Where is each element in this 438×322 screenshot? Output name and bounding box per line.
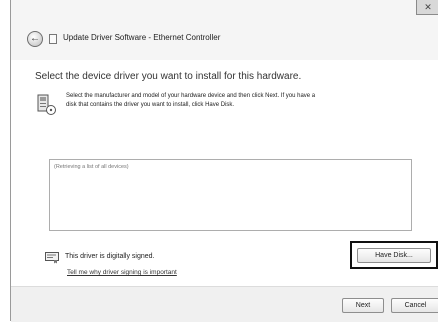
back-arrow-icon[interactable]: ← (27, 31, 43, 47)
close-button[interactable]: ✕ (416, 0, 438, 15)
have-disk-highlight: Have Disk... (350, 241, 438, 269)
instructions-line-2: disk that contains the driver you want t… (66, 102, 235, 108)
device-list-placeholder: (Retrieving a list of all devices) (54, 164, 129, 170)
title-bar: ✕ ← Update Driver Software - Ethernet Co… (11, 0, 438, 60)
cancel-button[interactable]: Cancel (391, 298, 438, 313)
signed-certificate-icon (45, 252, 59, 264)
device-list[interactable]: (Retrieving a list of all devices) (49, 159, 412, 231)
instructions-text: Select the manufacturer and model of you… (66, 92, 406, 110)
driver-signing-link[interactable]: Tell me why driver signing is important (67, 269, 177, 276)
hardware-disk-icon (37, 94, 56, 115)
next-button[interactable]: Next (342, 298, 384, 313)
page-heading: Select the device driver you want to ins… (35, 71, 302, 82)
driver-window-icon (49, 34, 57, 44)
window-title: Update Driver Software - Ethernet Contro… (63, 33, 221, 42)
have-disk-button[interactable]: Have Disk... (357, 248, 431, 263)
wizard-content: Select the device driver you want to ins… (11, 60, 438, 286)
wizard-footer: Next Cancel (11, 286, 438, 322)
wizard-window: ✕ ← Update Driver Software - Ethernet Co… (10, 0, 438, 322)
signed-status-text: This driver is digitally signed. (65, 253, 155, 260)
instructions-line-1: Select the manufacturer and model of you… (66, 93, 316, 99)
